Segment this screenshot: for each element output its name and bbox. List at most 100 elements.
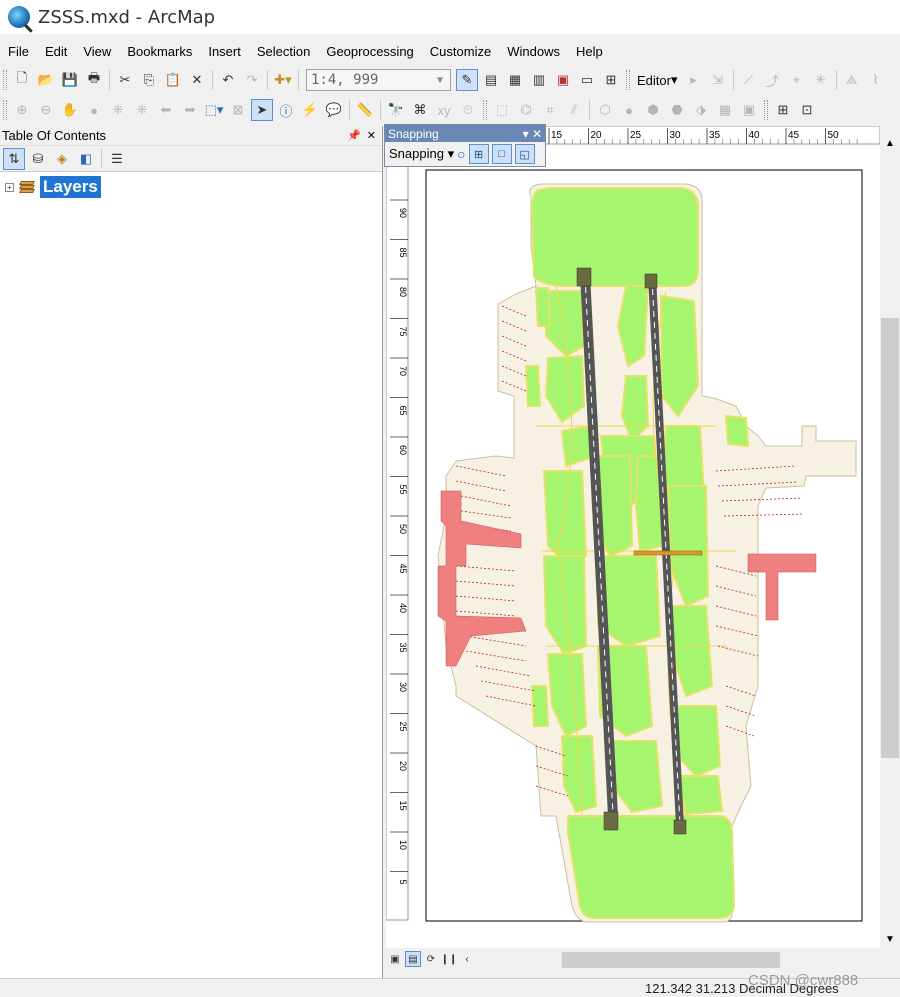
list-by-source-icon[interactable]: ⛁ [27,148,49,170]
python-icon[interactable]: ▭ [576,69,598,91]
menu-help[interactable]: Help [568,44,611,59]
snapping-title-bar[interactable]: Snapping ▾ ✕ [385,125,545,142]
editor-extra-icon[interactable]: ▦ [714,99,736,121]
select-features-icon[interactable]: ⬚▾ [203,99,225,121]
map-scale-combo[interactable]: 1:4, 999 ▼ [306,69,451,91]
vertical-scroll-thumb[interactable] [881,318,899,758]
edit-vertices-icon[interactable]: ⟁ [841,69,863,91]
close-icon[interactable]: ✕ [532,127,542,141]
time-slider-icon[interactable]: ⏲ [457,99,479,121]
scroll-down-icon[interactable]: ▼ [885,934,895,945]
trace-icon[interactable]: ⌖ [786,69,808,91]
list-by-drawing-order-icon[interactable]: ⇅ [3,147,25,170]
editor-extra-icon[interactable]: ⬢ [642,99,664,121]
catalog-icon[interactable]: ▦ [504,69,526,91]
measure-icon[interactable]: 📏 [354,99,376,121]
layout-zoom-icon[interactable]: ⊞ [772,99,794,121]
globe-icon[interactable]: ● [83,99,105,121]
arctoolbox-icon[interactable]: ▣ [552,69,574,91]
menu-customize[interactable]: Customize [422,44,499,59]
forward-extent-icon[interactable]: ➡ [179,99,201,121]
hyperlink-icon[interactable]: ⚡ [299,99,321,121]
list-by-visibility-icon[interactable]: ◈ [51,148,73,170]
point-icon[interactable]: ✳ [810,69,832,91]
delete-icon[interactable]: ✕ [186,69,208,91]
close-icon[interactable]: ✕ [367,129,376,142]
editor-toolbar-icon[interactable]: ✎ [456,69,478,91]
vertical-scrollbar[interactable]: ▲ ▼ [880,126,900,948]
data-view-icon[interactable]: ▣ [387,951,403,967]
pause-drawing-icon[interactable]: ❙❙ [441,951,458,967]
toolbar-grip[interactable] [626,70,630,90]
toolbar-grip[interactable] [764,100,768,120]
redo-icon[interactable]: ↷ [241,69,263,91]
edit-annotation-icon[interactable]: ⇲ [707,69,729,91]
map-layout-view[interactable]: 15 20 25 30 35 40 45 50 90 85 80 75 70 65 60 55 50 45 40 3… [385,125,881,948]
horizontal-scroll-thumb[interactable] [562,952,780,968]
reshape-icon[interactable]: ⌇ [865,69,887,91]
menu-windows[interactable]: Windows [499,44,568,59]
scroll-left-icon[interactable]: ‹ [459,951,475,967]
menu-file[interactable]: File [0,44,37,59]
model-builder-icon[interactable]: ⊞ [600,69,622,91]
search-window-icon[interactable]: ▥ [528,69,550,91]
fixed-zoom-out-icon[interactable]: ⁜ [131,99,153,121]
editor-extra-icon[interactable]: ⬗ [690,99,712,121]
straight-segment-icon[interactable]: ⟋ [738,69,760,91]
toolbar-grip[interactable] [483,100,487,120]
add-data-icon[interactable]: ✚▾ [272,69,294,91]
copy-icon[interactable]: ⎘ [138,69,160,91]
expand-icon[interactable]: + [5,182,14,192]
list-by-selection-icon[interactable]: ◧ [75,148,97,170]
pan-icon[interactable]: ✋ [59,99,81,121]
topology-edit-icon[interactable]: ⌬ [515,99,537,121]
end-snapping-icon[interactable]: ◱ [514,144,535,164]
find-route-icon[interactable]: ⌘ [409,99,431,121]
save-icon[interactable]: 💾 [59,69,81,91]
toc-layers-row[interactable]: + Layers [0,176,382,198]
print-icon[interactable]: 🖶 [83,69,105,91]
menu-edit[interactable]: Edit [37,44,75,59]
menu-insert[interactable]: Insert [200,44,249,59]
refresh-icon[interactable]: ⟳ [423,951,439,967]
table-icon[interactable]: ▤ [480,69,502,91]
layout-pan-icon[interactable]: ⊡ [796,99,818,121]
select-arrow-icon[interactable]: ➤ [251,99,273,121]
point-snapping-icon[interactable]: ○ [457,146,465,162]
menu-bookmarks[interactable]: Bookmarks [119,44,200,59]
menu-selection[interactable]: Selection [249,44,318,59]
georef-icon[interactable]: ⌗ [539,99,561,121]
split-icon[interactable]: ⫽ [563,99,585,121]
snapping-menu-button[interactable]: Snapping ▾ [389,146,454,162]
zoom-out-icon[interactable]: ⊖ [35,99,57,121]
zoom-in-icon[interactable]: ⊕ [11,99,33,121]
toolbar-grip[interactable] [3,100,7,120]
cut-icon[interactable]: ✂ [114,69,136,91]
menu-geoprocessing[interactable]: Geoprocessing [318,44,421,59]
back-extent-icon[interactable]: ⬅ [155,99,177,121]
layout-view-icon[interactable]: ▤ [405,951,421,967]
editor-extra-icon[interactable]: ▣ [738,99,760,121]
chevron-down-icon[interactable]: ▼ [430,75,450,86]
endpoint-arc-icon[interactable]: ⤴ [762,69,784,91]
chevron-down-icon[interactable]: ▾ [523,127,529,141]
html-popup-icon[interactable]: 💬 [323,99,345,121]
editor-menu-button[interactable]: Editor ▾ [633,72,682,88]
scroll-up-icon[interactable]: ▲ [885,138,895,149]
paste-icon[interactable]: 📋 [162,69,184,91]
pin-icon[interactable]: 📌 [347,129,361,142]
map-canvas[interactable]: 15 20 25 30 35 40 45 50 90 85 80 75 70 65 60 55 50 45 40 3… [385,125,881,948]
editor-extra-icon[interactable]: ⬣ [666,99,688,121]
go-to-xy-icon[interactable]: xy [433,99,455,121]
vertex-snapping-icon[interactable]: ⊞ [468,144,489,164]
identify-icon[interactable]: ⓘ [275,99,297,121]
options-icon[interactable]: ☰ [106,148,128,170]
edge-snapping-icon[interactable]: □ [491,144,512,164]
topology-icon[interactable]: ⬚ [491,99,513,121]
editor-extra-icon[interactable]: ● [618,99,640,121]
find-icon[interactable]: 🔭 [385,99,407,121]
layers-data-frame-label[interactable]: Layers [40,176,101,198]
open-icon[interactable]: 📂 [35,69,57,91]
clear-selection-icon[interactable]: ⊠ [227,99,249,121]
editor-extra-icon[interactable]: ⬡ [594,99,616,121]
